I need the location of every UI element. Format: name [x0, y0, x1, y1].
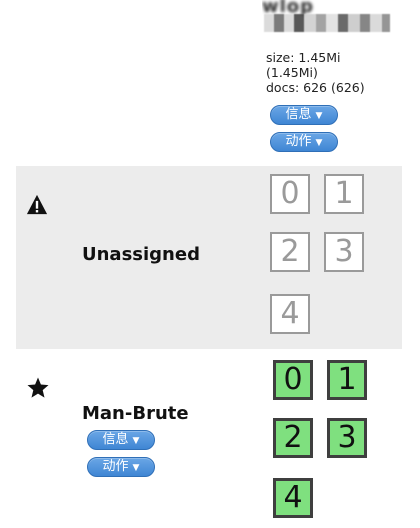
node-shard-4[interactable]: 4: [273, 478, 313, 518]
chevron-down-icon: ▼: [132, 463, 140, 473]
index-name[interactable]: wlop: [262, 0, 392, 34]
node-name[interactable]: Man-Brute: [82, 403, 189, 424]
unassigned-row: Unassigned 0 1 2 3 4: [16, 166, 402, 349]
index-name-text: wlop: [262, 0, 315, 17]
index-docs: docs: 626 (626): [266, 80, 365, 95]
node-shard-3[interactable]: 3: [327, 418, 367, 458]
index-header: wlop size: 1.45Mi (1.45Mi) docs: 626 (62…: [262, 0, 420, 156]
star-icon: [27, 377, 49, 398]
index-size: size: 1.45Mi: [266, 50, 341, 65]
chevron-down-icon: ▼: [132, 436, 140, 446]
unassigned-shard-1[interactable]: 1: [324, 174, 364, 214]
node-shard-2[interactable]: 2: [273, 418, 313, 458]
index-info-button[interactable]: 信息 ▼: [270, 105, 338, 125]
index-name-pixelation: [264, 14, 390, 32]
index-action-button[interactable]: 动作 ▼: [270, 132, 338, 152]
warning-triangle-icon: [26, 194, 48, 215]
unassigned-shard-2[interactable]: 2: [270, 232, 310, 272]
node-info-label: 信息: [102, 432, 129, 447]
chevron-down-icon: ▼: [315, 138, 323, 148]
index-stats: size: 1.45Mi (1.45Mi) docs: 626 (626): [266, 50, 365, 95]
node-row: Man-Brute 信息 ▼ 动作 ▼ 0 1 2 3 4: [16, 352, 402, 528]
node-info-button[interactable]: 信息 ▼: [87, 430, 155, 450]
index-info-label: 信息: [285, 107, 312, 122]
index-size-primary: (1.45Mi): [266, 65, 318, 80]
unassigned-shard-3[interactable]: 3: [324, 232, 364, 272]
node-action-label: 动作: [102, 459, 129, 474]
index-action-label: 动作: [285, 134, 312, 149]
chevron-down-icon: ▼: [315, 111, 323, 121]
unassigned-shard-0[interactable]: 0: [270, 174, 310, 214]
node-action-button[interactable]: 动作 ▼: [87, 457, 155, 477]
unassigned-shard-4[interactable]: 4: [270, 294, 310, 334]
node-shard-0[interactable]: 0: [273, 360, 313, 400]
node-shard-1[interactable]: 1: [327, 360, 367, 400]
unassigned-label: Unassigned: [82, 244, 200, 265]
cluster-overview-panel: wlop size: 1.45Mi (1.45Mi) docs: 626 (62…: [0, 0, 420, 528]
